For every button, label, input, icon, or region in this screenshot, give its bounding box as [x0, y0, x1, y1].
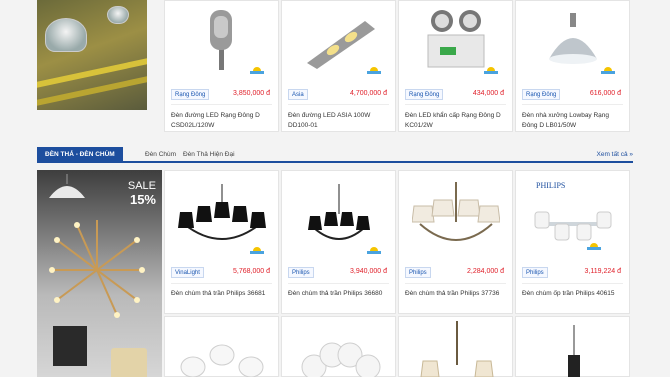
product-card[interactable]: VinaLight 5,768,000 đ Đèn chùm thả trần … [164, 170, 279, 314]
product-row-1: Rạng Đông 3,850,000 đ Đèn đường LED Rạng… [0, 0, 670, 132]
product-name[interactable]: Đèn LED khẩn cấp Rạng Đông D KC01/2W [405, 111, 506, 131]
sale-label: SALE 15% [128, 180, 156, 206]
product-price: 2,284,000 đ [467, 268, 504, 275]
brand-badge[interactable]: Rạng Đông [405, 89, 444, 100]
bubble-ceiling-lamp-icon[interactable] [298, 333, 382, 377]
product-card[interactable]: Philips 3,940,000 đ Đèn chùm thả trần Ph… [281, 170, 396, 314]
category-bar: ĐÈN THẢ - ĐÈN CHÙM Đèn Chùm Đèn Thả Hiện… [37, 147, 633, 163]
pendant-lamp-image [49, 174, 85, 198]
brand-badge[interactable]: Asia [288, 89, 308, 100]
product-name[interactable]: Đèn nhà xưởng Lowbay Rạng Đông D LB01/50… [522, 111, 623, 131]
product-name[interactable]: Đèn chùm thả trần Philips 36680 [288, 289, 389, 299]
rang-dong-logo-icon [250, 67, 264, 74]
brand-logo-icon [367, 247, 381, 254]
product-card[interactable] [164, 316, 279, 377]
sale-percent: 15% [129, 192, 156, 207]
view-all-link[interactable]: Xem tất cả » [597, 147, 634, 163]
product-price: 616,000 đ [589, 90, 621, 97]
product-card[interactable]: Rạng Đông 3,850,000 đ Đèn đường LED Rạng… [164, 0, 279, 132]
divider [405, 283, 506, 284]
product-price: 434,000 đ [472, 90, 504, 97]
globe-ceiling-lamp-icon[interactable] [179, 339, 265, 377]
product-name[interactable]: Đèn chùm ốp trần Philips 40615 [522, 289, 623, 299]
chandelier-image [49, 220, 145, 318]
asia-logo-icon [367, 67, 381, 74]
product-card[interactable] [281, 316, 396, 377]
brand-badge[interactable]: Philips [405, 267, 431, 278]
product-price: 3,119,224 đ [584, 268, 621, 275]
lamp-thumbnail [111, 348, 147, 377]
rang-dong-logo-icon [601, 67, 615, 74]
product-card[interactable] [398, 316, 513, 377]
chandelier-sale-banner[interactable]: SALE 15% [37, 170, 162, 377]
product-name[interactable]: Đèn chùm thả trần Philips 37736 [405, 289, 506, 299]
brand-logo-icon [250, 247, 264, 254]
divider [288, 104, 389, 105]
divider [405, 104, 506, 105]
ceiling-lamp-icon[interactable] [516, 179, 629, 275]
brand-badge[interactable]: VinaLight [171, 267, 204, 278]
divider [171, 283, 272, 284]
product-price: 5,768,000 đ [233, 268, 270, 275]
brand-badge[interactable]: Rạng Đông [522, 89, 561, 100]
brand-badge[interactable]: Philips [288, 267, 314, 278]
rang-dong-logo-icon [484, 67, 498, 74]
product-price: 3,940,000 đ [350, 268, 387, 275]
highbay-lamp-image [107, 6, 129, 24]
product-name[interactable]: Đèn chùm thả trần Philips 36681 [171, 289, 272, 299]
pendant-thumbnail [53, 326, 87, 366]
product-card[interactable]: Philips 2,284,000 đ Đèn chùm thả trần Ph… [398, 170, 513, 314]
category-title[interactable]: ĐÈN THẢ - ĐÈN CHÙM [37, 147, 123, 163]
brand-logo-icon [587, 243, 601, 250]
page: Rạng Đông 3,850,000 đ Đèn đường LED Rạng… [0, 0, 670, 377]
industrial-lighting-banner[interactable] [37, 0, 147, 110]
subcategory-link[interactable]: Đèn Thả Hiện Đại [183, 147, 235, 163]
subcategory-link[interactable]: Đèn Chùm [145, 147, 176, 163]
chandelier-icon[interactable] [399, 171, 512, 267]
highbay-lamp-image [45, 18, 87, 52]
sale-text: SALE [127, 180, 156, 192]
divider [171, 104, 272, 105]
product-card[interactable]: Rạng Đông 434,000 đ Đèn LED khẩn cấp Rạn… [398, 0, 513, 132]
pendant-lamp-icon[interactable] [564, 325, 584, 377]
product-card[interactable] [515, 316, 630, 377]
product-card[interactable]: Rạng Đông 616,000 đ Đèn nhà xưởng Lowbay… [515, 0, 630, 132]
product-name[interactable]: Đèn đường LED ASIA 100W DD100-01 [288, 111, 389, 131]
product-price: 3,850,000 đ [233, 90, 270, 97]
product-card[interactable]: Asia 4,700,000 đ Đèn đường LED ASIA 100W… [281, 0, 396, 132]
product-card[interactable]: PHILIPS Philips 3,119,224 đ Đèn chùm ốp … [515, 170, 630, 314]
brand-badge[interactable]: Rạng Đông [171, 89, 210, 100]
divider [522, 104, 623, 105]
pendant-chandelier-icon[interactable] [419, 321, 495, 377]
divider [522, 283, 623, 284]
brand-badge[interactable]: Philips [522, 267, 548, 278]
product-price: 4,700,000 đ [350, 90, 387, 97]
product-name[interactable]: Đèn đường LED Rạng Đông D CSD02L/120W [171, 111, 272, 131]
divider [288, 283, 389, 284]
